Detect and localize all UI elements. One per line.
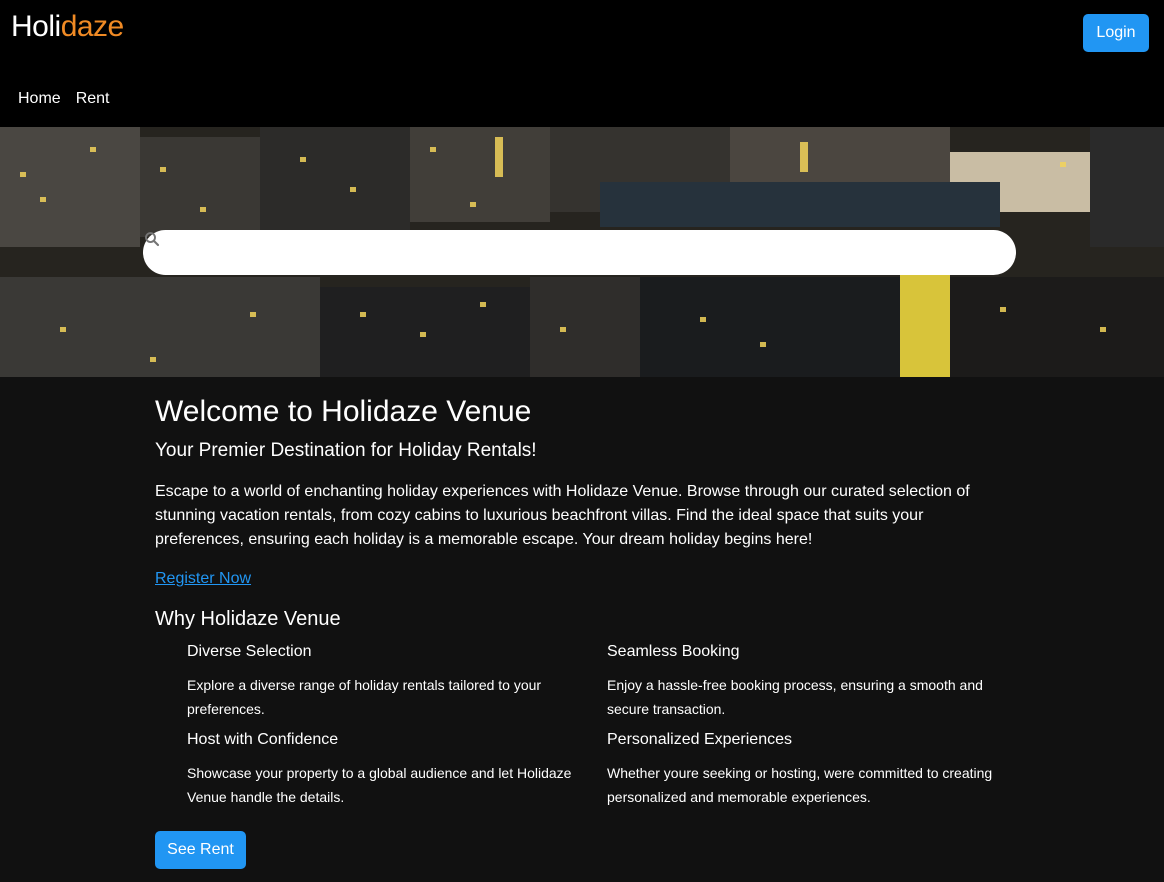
feature-personalized-experiences: Personalized Experiences Whether youre s…	[607, 731, 1007, 805]
feature-description: Showcase your property to a global audie…	[187, 765, 572, 805]
logo-text-holi: Holi	[11, 10, 61, 43]
feature-description: Enjoy a hassle-free booking process, ens…	[607, 677, 983, 717]
feature-description: Explore a diverse range of holiday renta…	[187, 677, 542, 717]
register-now-link[interactable]: Register Now	[155, 570, 251, 588]
why-section-title: Why Holidaze Venue	[155, 608, 341, 630]
feature-description: Whether youre seeking or hosting, were c…	[607, 765, 993, 805]
nav-rent-link[interactable]: Rent	[76, 90, 110, 108]
site-header: Holidaze Login Home Rent	[0, 0, 1164, 127]
search-input[interactable]	[189, 238, 989, 268]
login-button[interactable]: Login	[1083, 14, 1149, 52]
page-title: Welcome to Holidaze Venue	[155, 395, 532, 428]
logo[interactable]: Holidaze	[11, 10, 124, 44]
feature-title: Personalized Experiences	[607, 731, 792, 748]
search-bar[interactable]	[143, 230, 1016, 275]
main-nav: Home Rent	[18, 90, 109, 108]
feature-title: Seamless Booking	[607, 643, 740, 660]
intro-paragraph: Escape to a world of enchanting holiday …	[155, 483, 970, 548]
search-icon	[145, 232, 160, 247]
feature-seamless-booking: Seamless Booking Enjoy a hassle-free boo…	[607, 643, 1007, 717]
feature-title: Host with Confidence	[187, 731, 339, 748]
feature-host-with-confidence: Host with Confidence Showcase your prope…	[187, 731, 587, 805]
page-subtitle: Your Premier Destination for Holiday Ren…	[155, 440, 537, 461]
nav-home-link[interactable]: Home	[18, 90, 61, 108]
logo-text-daze: daze	[60, 10, 125, 43]
see-rent-button[interactable]: See Rent	[155, 831, 246, 869]
hero-banner	[0, 127, 1164, 377]
feature-title: Diverse Selection	[187, 643, 312, 660]
feature-diverse-selection: Diverse Selection Explore a diverse rang…	[187, 643, 587, 717]
